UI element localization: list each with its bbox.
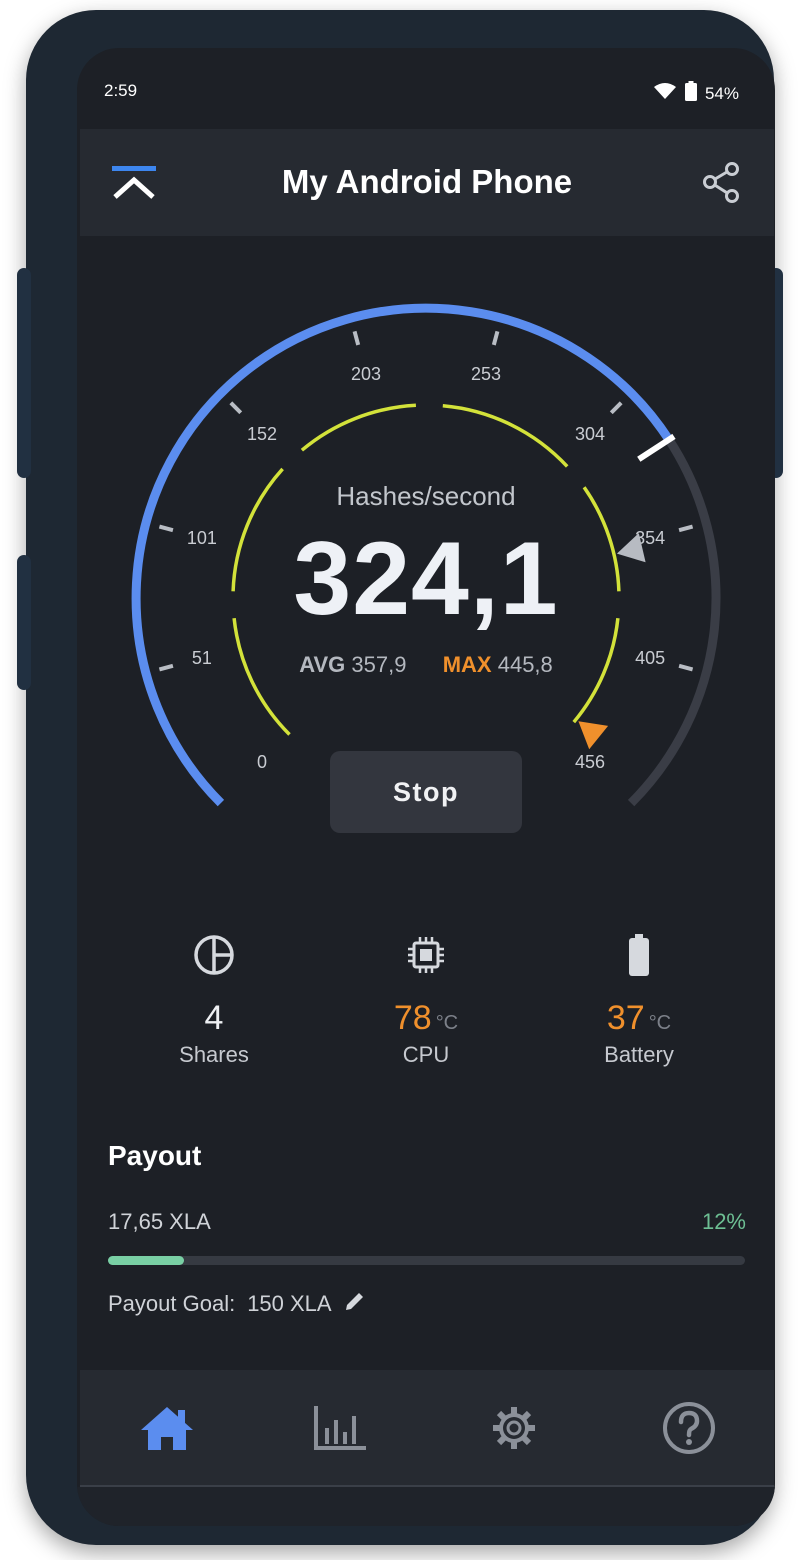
gauge-inner-ring-segment: [442, 403, 569, 468]
payout-progress-fill: [108, 1256, 185, 1265]
nav-help[interactable]: [659, 1398, 719, 1458]
pencil-icon: [345, 1293, 363, 1310]
gauge-tick-label: 203: [351, 364, 381, 384]
gauge-label: Hashes/second: [336, 481, 516, 511]
phone-frame: 2:59 54% My Android Phone 0 51 101 152 2…: [17, 10, 783, 1545]
stop-button[interactable]: Stop: [330, 751, 522, 833]
gauge-inner-ring-segment: [300, 403, 416, 452]
avg-value: 357,9: [351, 652, 407, 677]
help-icon: [663, 1402, 715, 1454]
payout-percent: 12%: [701, 1209, 746, 1234]
cpu-label: CPU: [402, 1042, 450, 1067]
nav-home[interactable]: [137, 1398, 197, 1458]
payout-goal-label: Payout Goal:: [108, 1291, 236, 1316]
gear-icon: [493, 1407, 535, 1449]
system-nav-area: [77, 1487, 775, 1526]
payout-goal: Payout Goal: 150 XLA: [108, 1290, 366, 1318]
gauge-tick: [491, 330, 500, 346]
max-marker: [578, 721, 609, 750]
payout-progress-bar: [108, 1256, 745, 1265]
power-button: [17, 555, 31, 690]
gauge-needle: [637, 433, 676, 462]
bar-chart-icon: [314, 1406, 366, 1450]
shares-value: 4: [204, 999, 224, 1037]
edit-goal-button[interactable]: [344, 1290, 366, 1318]
cpu-temp-unit: °C: [435, 1012, 459, 1034]
bottom-nav: [80, 1370, 774, 1487]
pie-chart-icon: [129, 933, 299, 977]
cpu-stat: 78 °C CPU: [341, 933, 511, 1068]
battery-label: Battery: [604, 1042, 674, 1067]
gauge-tick-label: 0: [257, 752, 267, 772]
max-label: MAX: [442, 652, 492, 677]
nav-settings[interactable]: [484, 1398, 544, 1458]
hashrate-value: 324,1: [293, 521, 559, 637]
payout-amount: 17,65 XLA: [108, 1209, 211, 1234]
gauge-tick: [609, 401, 623, 415]
shares-label: Shares: [179, 1042, 249, 1067]
battery-stat: 37 °C Battery: [554, 933, 724, 1068]
home-icon: [141, 1407, 193, 1450]
hashrate-stats: AVG 357,9 MAX 445,8: [77, 652, 775, 678]
gauge-tick: [352, 330, 361, 346]
payout-goal-value: 150 XLA: [247, 1291, 332, 1316]
volume-button: [17, 268, 31, 478]
gauge-tick-label: 456: [575, 752, 605, 772]
nav-stats[interactable]: [310, 1398, 370, 1458]
payout-title: Payout: [108, 1140, 202, 1171]
battery-icon: [554, 933, 724, 977]
avg-label: AVG: [299, 652, 346, 677]
cpu-temp-value: 78: [393, 999, 432, 1037]
gauge-tick-label: 253: [471, 364, 501, 384]
cpu-chip-icon: [341, 933, 511, 977]
shares-stat: 4 Shares: [129, 933, 299, 1068]
battery-temp-unit: °C: [648, 1012, 672, 1034]
gauge-tick-label: 304: [575, 424, 605, 444]
battery-temp-value: 37: [606, 999, 645, 1037]
screen: 2:59 54% My Android Phone 0 51 101 152 2…: [77, 48, 775, 1526]
gauge-tick: [229, 401, 243, 415]
gauge-tick-label: 152: [247, 424, 277, 444]
max-value: 445,8: [497, 652, 553, 677]
